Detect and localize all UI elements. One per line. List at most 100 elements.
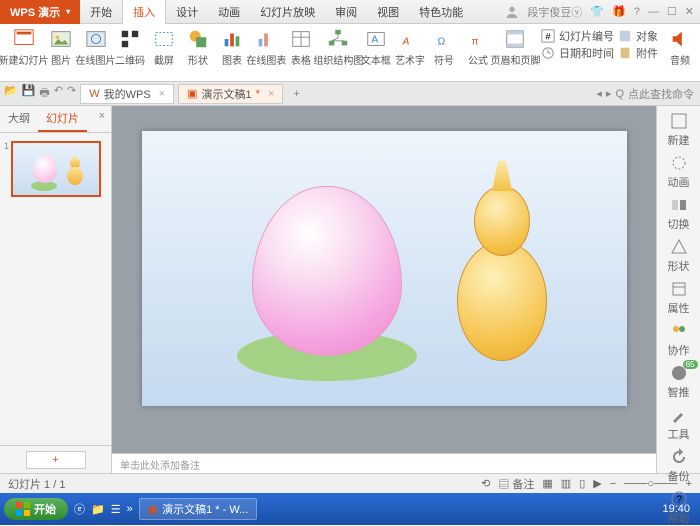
doctab-doc1[interactable]: ▣演示文稿1*× — [178, 84, 283, 104]
close-tab-icon[interactable]: × — [159, 88, 165, 100]
ribbon-tabs: 开始 插入 设计 动画 幻灯片放映 审阅 视图 特色功能 — [80, 0, 473, 24]
tab-features[interactable]: 特色功能 — [409, 0, 473, 24]
outline-tab[interactable]: 大纲 — [0, 106, 38, 132]
rp-recommend[interactable]: 智推 — [668, 364, 690, 400]
maximize-icon[interactable]: ☐ — [667, 5, 677, 18]
view-slideshow-icon[interactable]: ▶ — [593, 477, 601, 490]
app-name: WPS 演示 — [10, 4, 60, 20]
shape-gourd[interactable] — [452, 161, 552, 371]
taskbar-item-wps[interactable]: ▣演示文稿1 * - W... — [139, 498, 258, 520]
thumbnail-row[interactable]: 1 — [4, 141, 107, 197]
new-tab-button[interactable]: + — [287, 88, 305, 100]
tb-ie-icon[interactable]: ⓔ — [74, 501, 85, 517]
taskbar-clock[interactable]: 19:40 — [662, 503, 696, 515]
rp-new[interactable]: 新建 — [668, 112, 690, 148]
main-area: 大纲 幻灯片 × 1 + 单击此处添加备注 新建 动画 切 — [0, 106, 700, 473]
help-icon[interactable]: ? — [634, 6, 640, 18]
notes-area[interactable]: 单击此处添加备注 — [112, 453, 656, 473]
wordart-button[interactable]: A艺术字 — [394, 26, 426, 69]
qrcode-button[interactable]: 二维码 — [114, 26, 146, 69]
table-button[interactable]: 表格 — [285, 26, 317, 69]
notes-toggle[interactable]: ▤ 备注 — [498, 476, 534, 492]
textbox-button[interactable]: A文本框 — [360, 26, 392, 69]
rp-properties[interactable]: 属性 — [668, 280, 690, 316]
save-icon[interactable]: 💾 — [22, 84, 36, 103]
document-tab-bar: 📂 💾 🖶 ↶ ↷ W我的WPS× ▣演示文稿1*× + ◂ ▸ Q 点此查找命… — [0, 82, 700, 106]
gift-icon[interactable]: 🎁 — [612, 5, 626, 18]
status-bar: 幻灯片 1 / 1 ⟲ ▤ 备注 ▦ ▥ ▯ ▶ − ───○─── + — [0, 473, 700, 493]
zoom-in-icon[interactable]: + — [686, 478, 692, 490]
chevron-right-icon[interactable]: ▸ — [606, 87, 612, 100]
symbol-button[interactable]: Ω符号 — [428, 26, 460, 69]
command-search[interactable]: ◂ ▸ Q 点此查找命令 — [596, 86, 700, 102]
minimize-icon[interactable]: — — [648, 6, 659, 18]
tab-insert[interactable]: 插入 — [122, 0, 166, 24]
tab-animation[interactable]: 动画 — [208, 0, 250, 24]
search-icon: Q — [615, 88, 624, 100]
start-button[interactable]: 开始 — [4, 498, 68, 520]
close-tab-icon[interactable]: × — [268, 88, 274, 100]
rp-collab[interactable]: 协作 — [668, 322, 690, 358]
redo-icon[interactable]: ↷ — [67, 84, 76, 103]
undo-icon[interactable]: ↶ — [54, 84, 63, 103]
tb-folder-icon[interactable]: 📁 — [91, 503, 105, 516]
rp-animation[interactable]: 动画 — [668, 154, 690, 190]
rp-shape[interactable]: 形状 — [668, 238, 690, 274]
user-name[interactable]: 段宇俊豆ⓥ — [527, 4, 582, 20]
tab-slideshow[interactable]: 幻灯片放映 — [250, 0, 325, 24]
svg-text:A: A — [371, 35, 378, 46]
add-slide-button[interactable]: + — [26, 451, 86, 469]
slide-canvas[interactable] — [142, 131, 627, 406]
tab-review[interactable]: 审阅 — [325, 0, 367, 24]
shape-button[interactable]: 形状 — [182, 26, 214, 69]
zoom-out-icon[interactable]: − — [610, 478, 616, 490]
canvas-area[interactable]: 单击此处添加备注 — [112, 106, 656, 473]
loop-icon[interactable]: ⟲ — [481, 477, 490, 490]
close-icon[interactable]: ✕ — [685, 5, 694, 18]
tb-app-icon[interactable]: ☰ — [111, 503, 121, 516]
svg-text:Ω: Ω — [438, 37, 446, 48]
titlebar: WPS 演示 ▾ 开始 插入 设计 动画 幻灯片放映 审阅 视图 特色功能 段宇… — [0, 0, 700, 24]
view-sorter-icon[interactable]: ▥ — [561, 477, 571, 490]
smartart-button[interactable]: 组织结构图 — [319, 26, 358, 69]
tb-divider: » — [127, 503, 133, 515]
chart-button[interactable]: 图表 — [216, 26, 248, 69]
svg-text:#: # — [545, 32, 551, 43]
datetime-button[interactable]: 日期和时间附件 — [541, 45, 658, 61]
header-footer-button[interactable]: 页眉和页脚 — [496, 26, 535, 69]
svg-text:π: π — [472, 37, 479, 48]
tab-start[interactable]: 开始 — [80, 0, 122, 24]
view-reading-icon[interactable]: ▯ — [579, 477, 585, 490]
sound-button[interactable]: 音频 — [664, 26, 696, 69]
add-slide-bar: + — [0, 445, 111, 473]
view-normal-icon[interactable]: ▦ — [542, 477, 552, 490]
chevron-left-icon[interactable]: ◂ — [596, 87, 602, 100]
doctab-mywps[interactable]: W我的WPS× — [80, 84, 174, 104]
windows-icon — [16, 502, 30, 516]
zoom-slider[interactable]: ───○─── — [624, 478, 677, 490]
rp-transition[interactable]: 切换 — [668, 196, 690, 232]
title-right: 段宇俊豆ⓥ 👕 🎁 ? — ☐ ✕ — [505, 4, 700, 20]
slide-number-button[interactable]: #幻灯片编号对象 — [541, 28, 658, 44]
rp-tools[interactable]: 工具 — [668, 406, 690, 442]
formula-button[interactable]: π公式 — [462, 26, 494, 69]
slide-thumbnail[interactable] — [11, 141, 101, 197]
shirt-icon[interactable]: 👕 — [590, 5, 604, 18]
slide-number: 1 — [4, 141, 9, 197]
shape-peach[interactable] — [252, 186, 402, 356]
tab-design[interactable]: 设计 — [166, 0, 208, 24]
new-slide-button[interactable]: 新建幻灯片 — [4, 26, 43, 69]
online-chart-button[interactable]: 在线图表 — [250, 26, 283, 69]
slide-indicator: 幻灯片 1 / 1 — [8, 476, 65, 492]
tab-view[interactable]: 视图 — [367, 0, 409, 24]
image-button[interactable]: 图片 — [45, 26, 77, 69]
screenshot-button[interactable]: 截屏 — [148, 26, 180, 69]
open-icon[interactable]: 📂 — [4, 84, 18, 103]
print-icon[interactable]: 🖶 — [39, 84, 49, 103]
user-icon — [505, 5, 519, 19]
app-menu-button[interactable]: WPS 演示 ▾ — [0, 0, 80, 24]
thumbnail-list: 1 — [0, 133, 111, 445]
slides-tab[interactable]: 幻灯片 — [38, 106, 87, 132]
panel-close-icon[interactable]: × — [93, 106, 111, 132]
online-image-button[interactable]: 在线图片 — [79, 26, 112, 69]
